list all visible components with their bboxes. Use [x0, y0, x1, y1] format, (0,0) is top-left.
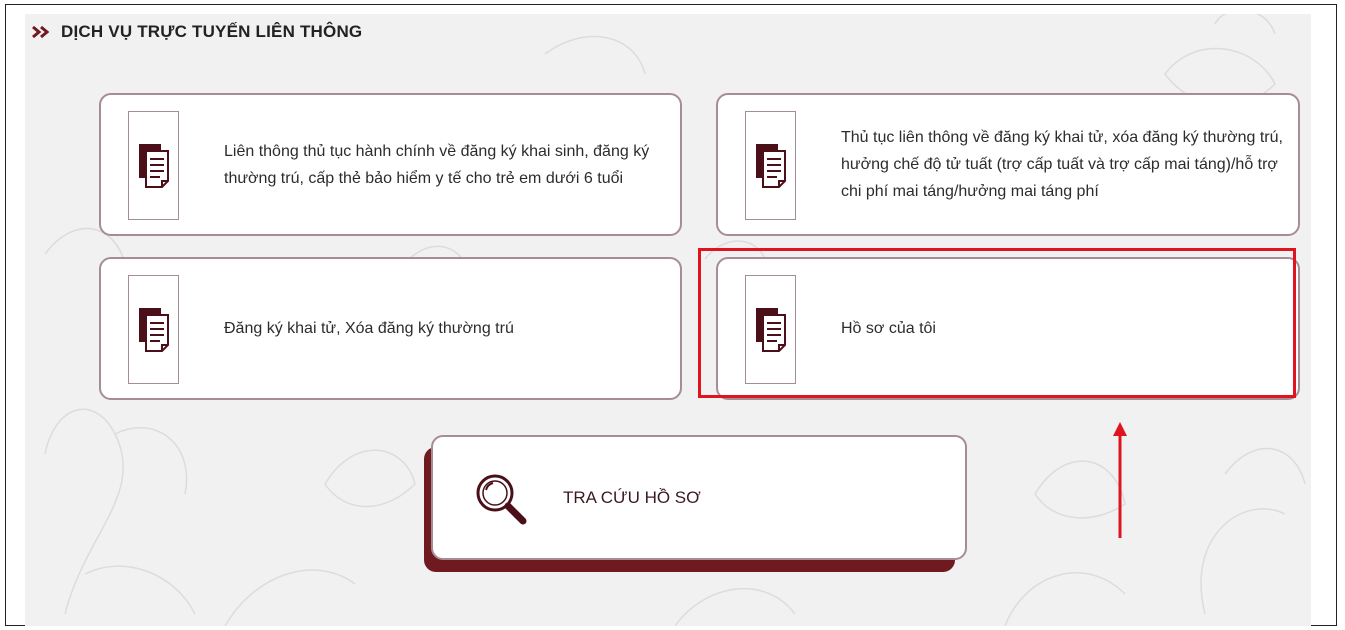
double-chevron-right-icon — [31, 25, 53, 39]
screenshot-frame: DỊCH VỤ TRỰC TUYẾN LIÊN THÔNG Liên thông… — [5, 4, 1337, 626]
lookup-records-button[interactable]: TRA CỨU HỒ SƠ — [431, 435, 967, 560]
section-title-text: DỊCH VỤ TRỰC TUYẾN LIÊN THÔNG — [61, 22, 363, 41]
document-icon — [755, 307, 786, 352]
service-card-label: Liên thông thủ tục hành chính về đăng ký… — [224, 142, 650, 187]
service-card-label: Thủ tục liên thông về đăng ký khai tử, x… — [841, 129, 1283, 200]
service-card-death-registration[interactable]: Đăng ký khai tử, Xóa đăng ký thường trú — [99, 257, 682, 400]
service-card-my-records[interactable]: Hồ sơ của tôi — [716, 257, 1300, 400]
document-icon — [755, 143, 786, 188]
service-card-death-registration-benefits[interactable]: Thủ tục liên thông về đăng ký khai tử, x… — [716, 93, 1300, 236]
card-icon-frame — [745, 275, 796, 384]
card-icon-frame — [745, 111, 796, 220]
service-card-label: Đăng ký khai tử, Xóa đăng ký thường trú — [224, 320, 514, 337]
lookup-records-label: TRA CỨU HỒ SƠ — [563, 487, 701, 507]
section-title: DỊCH VỤ TRỰC TUYẾN LIÊN THÔNG — [31, 20, 362, 44]
magnifier-icon — [471, 469, 531, 534]
card-icon-frame — [128, 111, 179, 220]
card-icon-frame — [128, 275, 179, 384]
red-up-arrow-annotation — [1113, 422, 1127, 538]
document-icon — [138, 143, 169, 188]
document-icon — [138, 307, 169, 352]
service-card-label: Hồ sơ của tôi — [841, 320, 936, 337]
service-card-birth-registration[interactable]: Liên thông thủ tục hành chính về đăng ký… — [99, 93, 682, 236]
